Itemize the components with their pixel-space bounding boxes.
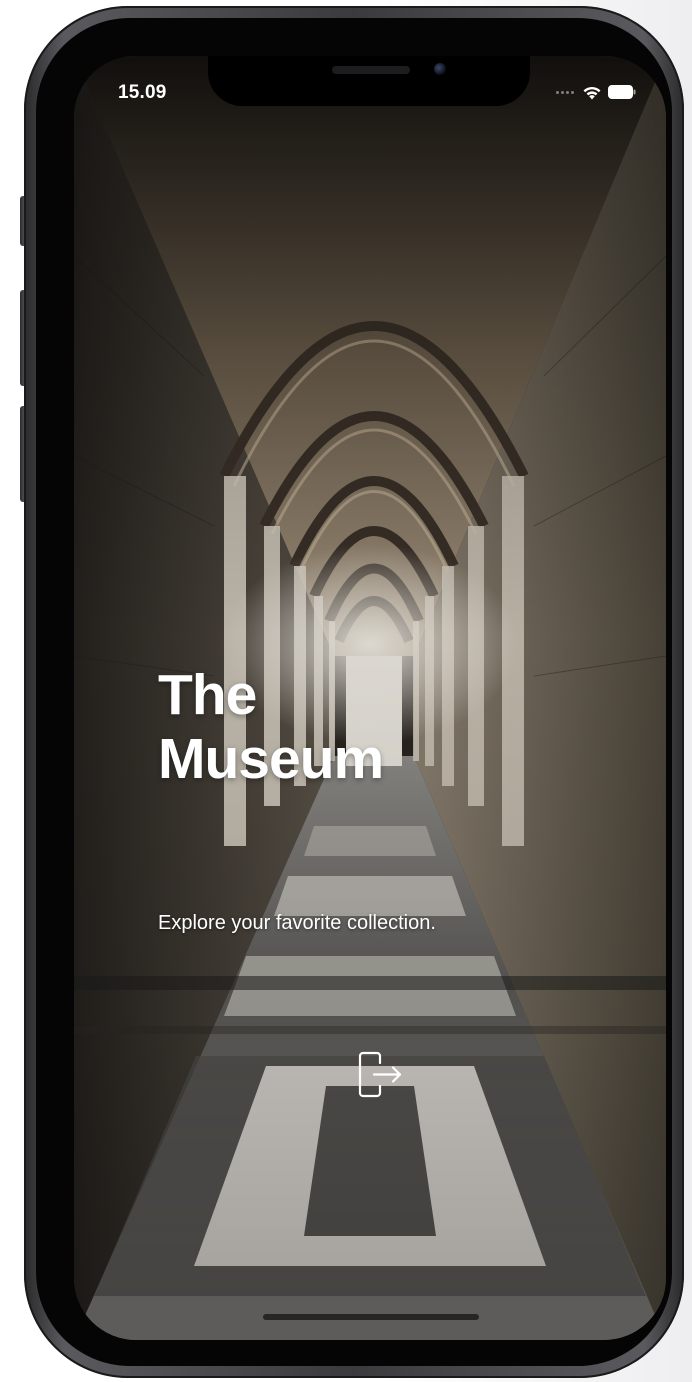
- status-time: 15.09: [118, 82, 167, 103]
- app-screen: 15.09 The Museum Explore your favorite c…: [74, 56, 666, 1340]
- app-title-line-2: Museum: [158, 727, 384, 791]
- sign-in-icon: [356, 1049, 408, 1108]
- front-camera: [434, 63, 446, 75]
- status-icons: [556, 82, 636, 102]
- signal-dots-icon: [556, 90, 574, 94]
- app-subtitle: Explore your favorite collection.: [158, 912, 436, 934]
- enter-button[interactable]: [352, 1048, 412, 1108]
- wifi-icon: [582, 85, 602, 100]
- device-notch: [208, 56, 530, 106]
- speaker-grille: [332, 66, 410, 74]
- home-indicator[interactable]: [263, 1314, 479, 1320]
- app-title-line-1: The: [158, 663, 257, 727]
- device-mockup: 15.09 The Museum Explore your favorite c…: [0, 0, 692, 1382]
- battery-icon: [608, 85, 636, 99]
- app-title: The Museum: [158, 663, 384, 791]
